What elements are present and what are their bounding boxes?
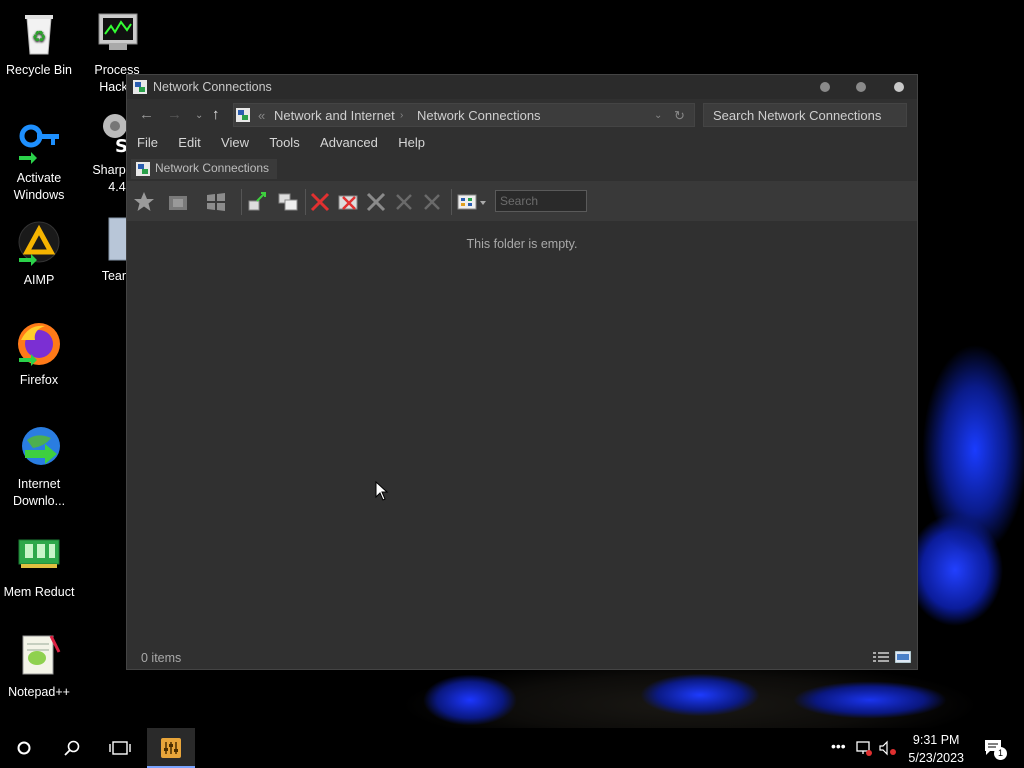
toolbar-search-input[interactable]: Search bbox=[495, 190, 587, 212]
mouse-cursor-icon bbox=[375, 481, 389, 501]
search-button[interactable] bbox=[48, 728, 96, 768]
explorer-window[interactable]: Network Connections ← → ⌄ ↑ « Network an… bbox=[126, 74, 918, 670]
breadcrumb-separator-icon[interactable]: › bbox=[400, 110, 403, 121]
view-options-icon[interactable] bbox=[457, 191, 489, 213]
desktop-icon-activate-windows[interactable]: Activate Windows bbox=[0, 118, 78, 204]
desktop-icon-notepad-plus-plus[interactable]: Notepad++ bbox=[0, 632, 78, 701]
menu-view[interactable]: View bbox=[221, 135, 249, 150]
address-bar[interactable]: « Network and Internet › Network Connect… bbox=[233, 103, 695, 127]
network-connections-icon bbox=[136, 162, 150, 176]
control-panel-icon bbox=[236, 108, 250, 122]
toolbar-separator bbox=[241, 189, 242, 215]
menu-file[interactable]: File bbox=[137, 135, 158, 150]
breadcrumb-network-connections[interactable]: Network Connections bbox=[417, 108, 541, 123]
globe-icon bbox=[15, 424, 63, 472]
refresh-icon[interactable]: ↻ bbox=[674, 108, 685, 124]
close-button[interactable] bbox=[894, 82, 904, 92]
connect-icon[interactable] bbox=[247, 191, 269, 213]
process-monitor-icon bbox=[93, 10, 141, 58]
menu-help[interactable]: Help bbox=[398, 135, 425, 150]
memory-chip-icon bbox=[15, 532, 63, 580]
aimp-icon bbox=[15, 220, 63, 268]
firefox-icon bbox=[15, 320, 63, 368]
tray-overflow-icon[interactable]: ••• bbox=[831, 738, 846, 754]
star-icon[interactable] bbox=[133, 191, 155, 213]
maximize-button[interactable] bbox=[856, 82, 866, 92]
toolbar-separator bbox=[305, 189, 306, 215]
desktop-icon-label: Activate Windows bbox=[13, 171, 65, 202]
tab-network-connections[interactable]: Network Connections bbox=[131, 159, 278, 179]
recent-locations-chevron-icon[interactable]: ⌄ bbox=[195, 110, 203, 121]
disable-icon[interactable] bbox=[365, 191, 387, 213]
up-arrow-icon[interactable]: ↑ bbox=[212, 106, 220, 123]
toolbar-separator bbox=[451, 189, 452, 215]
back-arrow-icon[interactable]: ← bbox=[139, 106, 154, 123]
duplicate-icon[interactable] bbox=[277, 191, 299, 213]
status-item-count: 0 items bbox=[141, 651, 182, 665]
properties-icon[interactable] bbox=[421, 191, 443, 213]
start-circle-icon bbox=[17, 741, 31, 755]
toolbar: Search bbox=[127, 181, 917, 221]
task-view-icon bbox=[109, 741, 131, 755]
desktop-icon-firefox[interactable]: Firefox bbox=[0, 320, 78, 389]
title-bar[interactable]: Network Connections bbox=[127, 75, 917, 99]
desktop-icon-aimp[interactable]: AIMP bbox=[0, 220, 78, 289]
taskbar: ••• 9:31 PM 5/23/2023 1 bbox=[0, 728, 1024, 768]
volume-muted-icon[interactable] bbox=[879, 740, 897, 756]
menu-bar: File Edit View Tools Advanced Help bbox=[137, 135, 442, 155]
desktop-icon-mem-reduct[interactable]: Mem Reduct bbox=[0, 532, 78, 601]
disconnect-icon[interactable] bbox=[337, 191, 359, 213]
network-connections-icon bbox=[133, 80, 147, 94]
desktop-icon-label: Notepad++ bbox=[8, 685, 70, 699]
desktop-icon-label: AIMP bbox=[23, 273, 55, 287]
address-row: ← → ⌄ ↑ « Network and Internet › Network… bbox=[127, 101, 917, 129]
tab-label: Network Connections bbox=[155, 161, 270, 175]
desktop-icon-recycle-bin[interactable]: ♻ Recycle Bin bbox=[0, 10, 78, 79]
address-dropdown-chevron-icon[interactable]: ⌄ bbox=[654, 110, 662, 121]
windows-logo-icon[interactable] bbox=[205, 191, 227, 213]
action-center-button[interactable]: 1 bbox=[976, 728, 1024, 768]
menu-edit[interactable]: Edit bbox=[178, 135, 200, 150]
start-button[interactable] bbox=[0, 728, 48, 768]
recycle-bin-icon: ♻ bbox=[15, 10, 63, 58]
notification-count-badge: 1 bbox=[994, 747, 1007, 760]
delete-icon[interactable] bbox=[309, 191, 331, 213]
taskbar-app-control-panel[interactable] bbox=[147, 728, 195, 768]
forward-arrow-icon[interactable]: → bbox=[167, 106, 182, 123]
menu-tools[interactable]: Tools bbox=[269, 135, 299, 150]
desktop-icon-internet-download-manager[interactable]: Internet Downlo... bbox=[0, 424, 78, 510]
key-icon bbox=[15, 118, 63, 166]
search-icon bbox=[64, 740, 80, 756]
window-title: Network Connections bbox=[153, 80, 272, 94]
minimize-button[interactable] bbox=[820, 82, 830, 92]
desktop-icon-label: Recycle Bin bbox=[6, 63, 72, 77]
folder-icon[interactable] bbox=[167, 191, 189, 213]
task-view-button[interactable] bbox=[96, 728, 144, 768]
rename-icon[interactable] bbox=[393, 191, 415, 213]
desktop-icon-label: Firefox bbox=[19, 373, 59, 387]
system-clock[interactable]: 9:31 PM 5/23/2023 bbox=[908, 731, 964, 767]
network-disconnected-icon[interactable] bbox=[856, 740, 872, 756]
notepad-plus-plus-icon bbox=[15, 632, 63, 680]
large-icons-view-icon[interactable] bbox=[895, 651, 911, 663]
breadcrumb-network-and-internet[interactable]: Network and Internet bbox=[274, 108, 395, 123]
search-input[interactable]: Search Network Connections bbox=[703, 103, 907, 127]
clock-time: 9:31 PM bbox=[912, 733, 960, 747]
desktop-icon-label: Internet Downlo... bbox=[12, 477, 66, 508]
empty-folder-message: This folder is empty. bbox=[466, 237, 578, 251]
desktop-icon-label: Mem Reduct bbox=[3, 585, 75, 599]
breadcrumb-overflow[interactable]: « bbox=[258, 108, 265, 123]
menu-advanced[interactable]: Advanced bbox=[320, 135, 378, 150]
details-view-icon[interactable] bbox=[873, 651, 889, 663]
clock-date: 5/23/2023 bbox=[908, 751, 964, 765]
svg-text:♻: ♻ bbox=[32, 27, 46, 46]
control-panel-sliders-icon bbox=[161, 738, 181, 758]
